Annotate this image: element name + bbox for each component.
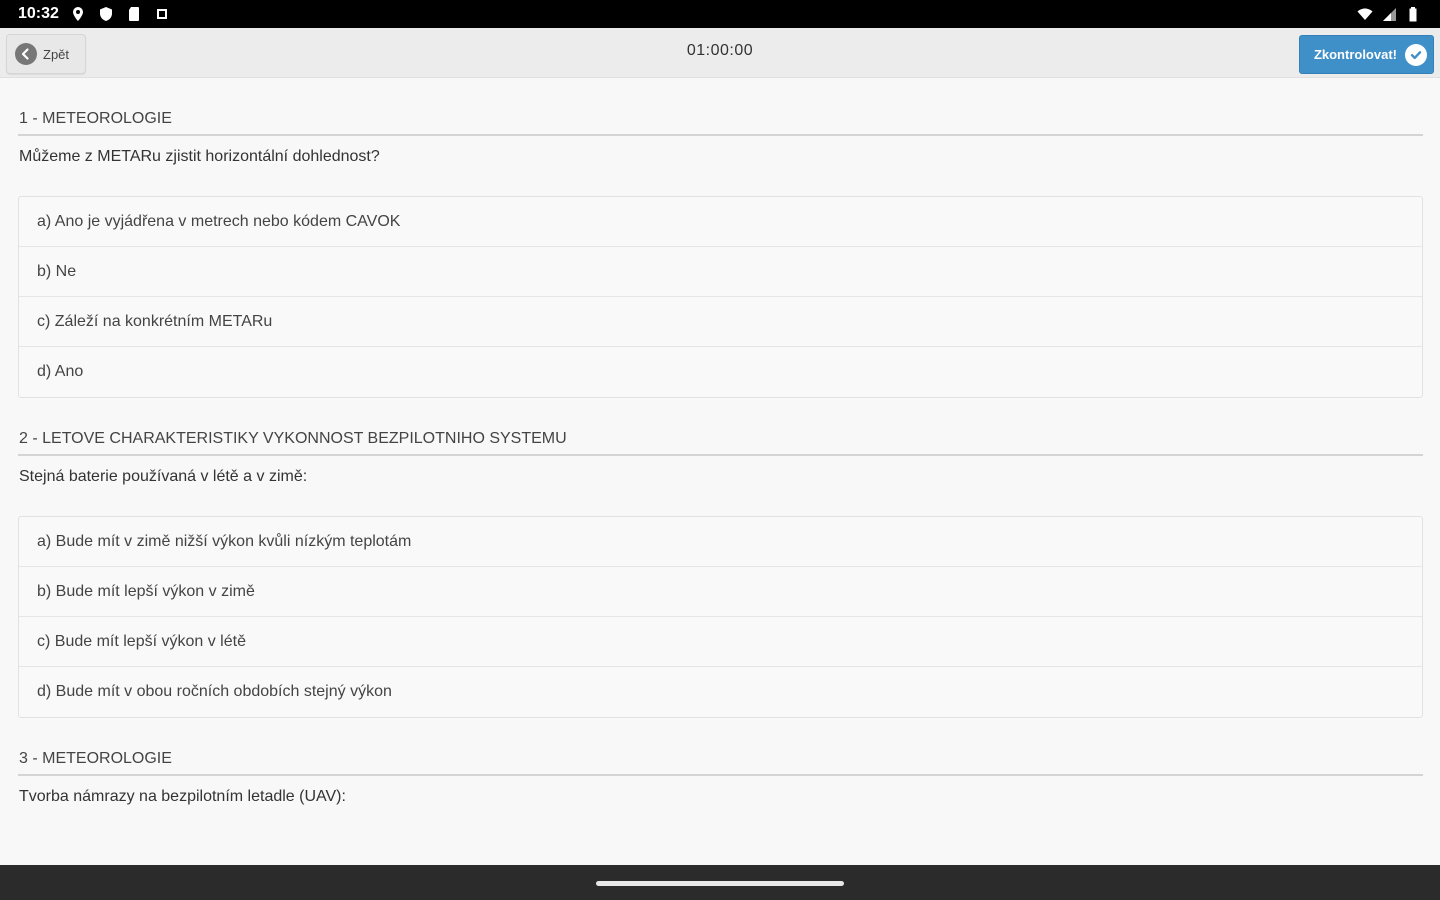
battery-icon: [1404, 5, 1422, 23]
notification-icon: [153, 5, 171, 23]
question-block: 2 - LETOVE CHARAKTERISTIKY VYKONNOST BEZ…: [18, 430, 1423, 718]
question-text: Stejná baterie používaná v létě a v zimě…: [19, 468, 308, 485]
status-left: 10:32: [18, 5, 171, 23]
answer-option[interactable]: c) Bude mít lepší výkon v létě: [19, 617, 1422, 667]
quiz-content[interactable]: 1 - METEOROLOGIE Můžeme z METARu zjistit…: [18, 78, 1423, 865]
question-block: 1 - METEOROLOGIE Můžeme z METARu zjistit…: [18, 110, 1423, 398]
answer-option[interactable]: d) Ano: [19, 347, 1422, 397]
countdown-timer: 01:00:00: [686, 42, 754, 59]
location-icon: [69, 5, 87, 23]
check-label: Zkontrolovat!: [1313, 47, 1397, 62]
checkmark-icon: [1405, 43, 1427, 66]
answer-option[interactable]: a) Ano je vyjádřena v metrech nebo kódem…: [19, 197, 1422, 247]
status-bar: 10:32: [0, 0, 1440, 28]
signal-icon: [1380, 5, 1398, 23]
status-time: 10:32: [18, 5, 59, 22]
shield-icon: [97, 5, 115, 23]
question-text: Můžeme z METARu zjistit horizontální doh…: [19, 148, 380, 165]
navigation-bar: [0, 865, 1440, 900]
status-right: [1356, 5, 1422, 23]
toolbar: Zpět 01:00:00 Zkontrolovat!: [0, 28, 1440, 78]
answer-list: a) Bude mít v zimě nižší výkon kvůli níz…: [18, 516, 1423, 718]
question-heading: 2 - LETOVE CHARAKTERISTIKY VYKONNOST BEZ…: [18, 430, 1423, 456]
question-heading: 1 - METEOROLOGIE: [18, 110, 1423, 136]
check-button[interactable]: Zkontrolovat!: [1299, 35, 1434, 74]
wifi-icon: [1356, 5, 1374, 23]
answer-option[interactable]: d) Bude mít v obou ročních obdobích stej…: [19, 667, 1422, 717]
question-text: Tvorba námrazy na bezpilotním letadle (U…: [19, 788, 346, 805]
answer-list: a) Ano je vyjádřena v metrech nebo kódem…: [18, 196, 1423, 398]
question-heading: 3 - METEOROLOGIE: [18, 750, 1423, 776]
answer-option[interactable]: b) Ne: [19, 247, 1422, 297]
answer-option[interactable]: c) Záleží na konkrétním METARu: [19, 297, 1422, 347]
question-block: 3 - METEOROLOGIE Tvorba námrazy na bezpi…: [18, 750, 1423, 806]
home-gesture-handle[interactable]: [596, 881, 844, 886]
sd-card-icon: [125, 5, 143, 23]
answer-option[interactable]: b) Bude mít lepší výkon v zimě: [19, 567, 1422, 617]
answer-option[interactable]: a) Bude mít v zimě nižší výkon kvůli níz…: [19, 517, 1422, 567]
